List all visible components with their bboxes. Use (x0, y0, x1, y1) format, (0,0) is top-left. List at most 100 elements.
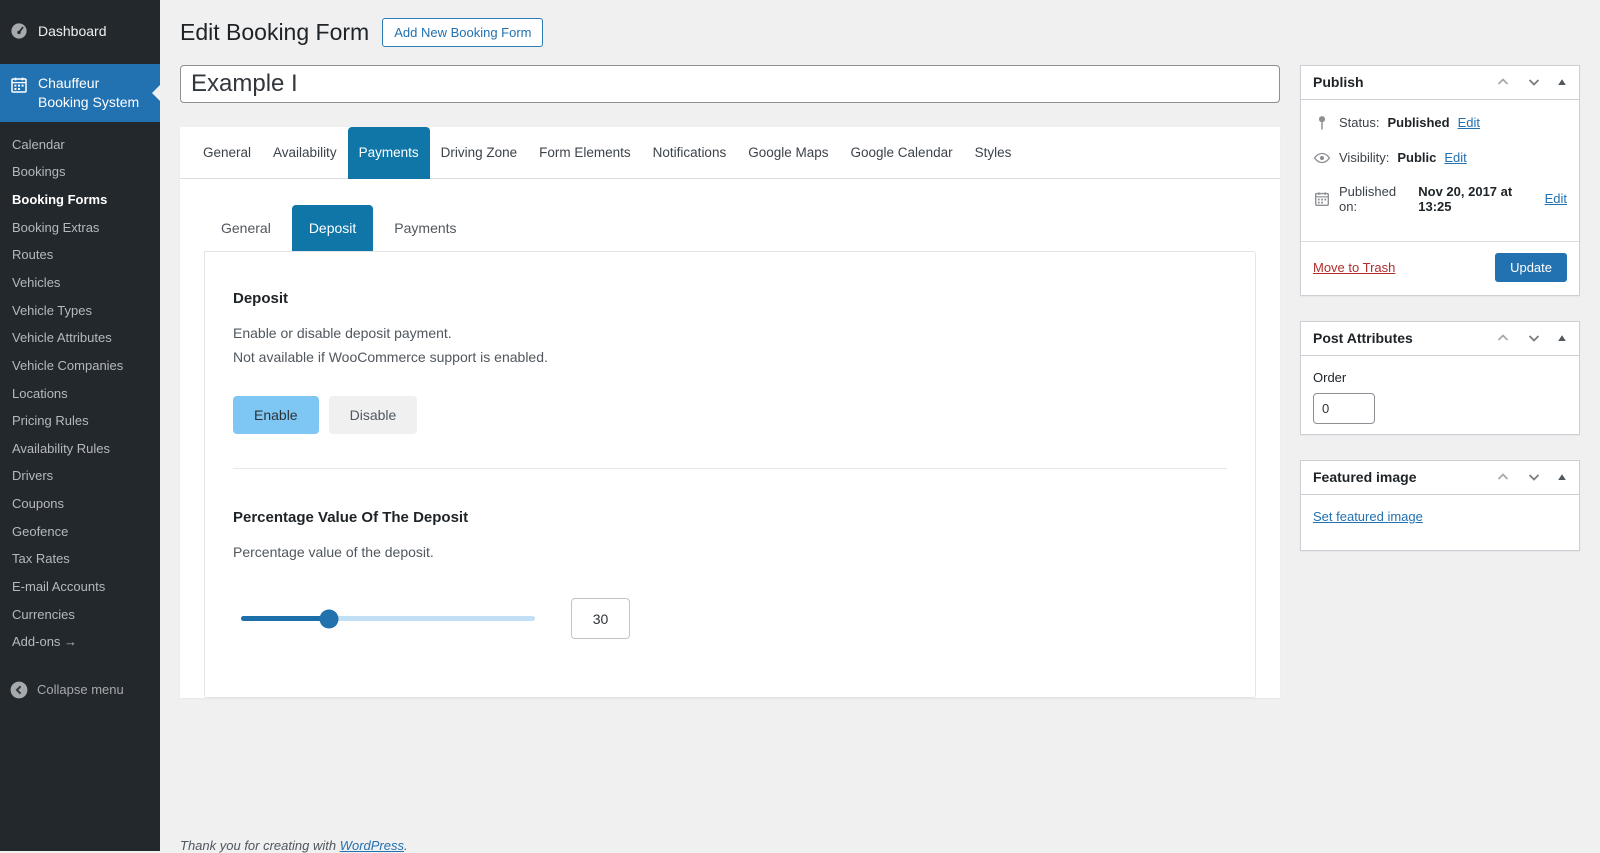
update-button[interactable]: Update (1495, 252, 1567, 282)
sidebar-item-vehicle-companies[interactable]: Vehicle Companies (0, 352, 160, 380)
percentage-heading: Percentage Value Of The Deposit (233, 508, 469, 526)
tab-payments[interactable]: Payments (347, 126, 430, 179)
sidebar-item-pricing-rules[interactable]: Pricing Rules (0, 407, 160, 435)
visibility-label: Visibility: (1339, 150, 1390, 166)
status-value: Published (1387, 115, 1450, 131)
percentage-slider[interactable] (241, 609, 535, 629)
deposit-enable-button[interactable]: Enable (233, 395, 319, 434)
sidebar-item-tax-rates[interactable]: Tax Rates (0, 545, 160, 573)
post-attributes-title: Post Attributes (1313, 330, 1413, 347)
sidebar-item-bookings[interactable]: Bookings (0, 158, 160, 186)
featured-image-title: Featured image (1313, 469, 1417, 486)
status-label: Status: (1339, 115, 1380, 131)
booking-form-settings-panel: General Availability Payments Driving Zo… (180, 126, 1280, 699)
publish-actions: Move to Trash Update (1301, 240, 1579, 295)
dashboard-gauge-icon (9, 21, 29, 41)
sidebar-item-vehicles[interactable]: Vehicles (0, 269, 160, 297)
sidebar-item-add-ons[interactable]: Add-ons → (0, 628, 160, 656)
published-on-row: Published on: Nov 20, 2017 at 13:25 Edit (1313, 184, 1567, 214)
tab-availability[interactable]: Availability (262, 127, 348, 178)
tab-google-maps[interactable]: Google Maps (737, 127, 839, 178)
sidebar-item-email-accounts[interactable]: E-mail Accounts (0, 573, 160, 601)
admin-content: Edit Booking Form Add New Booking Form G… (160, 0, 1600, 853)
move-down-icon[interactable] (1526, 330, 1542, 346)
move-up-icon[interactable] (1495, 330, 1511, 346)
order-input[interactable] (1313, 392, 1375, 424)
sidebar-item-locations[interactable]: Locations (0, 380, 160, 408)
deposit-heading: Deposit (233, 289, 289, 307)
payments-subtabs: General Deposit Payments (180, 179, 1280, 251)
set-featured-image-link[interactable]: Set featured image (1313, 509, 1423, 524)
post-attributes-header[interactable]: Post Attributes (1301, 322, 1579, 356)
collapse-arrow-icon (9, 680, 29, 700)
pin-icon (1313, 114, 1331, 132)
settings-tabs: General Availability Payments Driving Zo… (180, 126, 1280, 179)
sidebar-item-booking-extras[interactable]: Booking Extras (0, 214, 160, 242)
percentage-slider-row (233, 598, 1227, 640)
sidebar-item-routes[interactable]: Routes (0, 241, 160, 269)
move-up-icon[interactable] (1495, 74, 1511, 90)
publish-panel-title: Publish (1313, 74, 1364, 91)
sidebar-item-currencies[interactable]: Currencies (0, 601, 160, 629)
tab-styles[interactable]: Styles (964, 127, 1023, 178)
section-divider (233, 467, 1227, 469)
page-title: Edit Booking Form (180, 19, 370, 45)
toggle-panel-icon[interactable] (1557, 333, 1567, 343)
status-row: Status: Published Edit (1313, 114, 1567, 132)
featured-image-panel: Featured image Set featured image (1300, 459, 1580, 551)
tab-notifications[interactable]: Notifications (642, 127, 738, 178)
subtab-general[interactable]: General (204, 205, 288, 251)
sidebar-plugin-label: Chauffeur Booking System (38, 75, 140, 110)
slider-fill (241, 616, 330, 622)
calendar-icon (9, 75, 29, 95)
published-on-label: Published on: (1339, 183, 1397, 214)
percentage-desc: Percentage value of the deposit. (233, 543, 434, 560)
calendar-icon (1313, 190, 1331, 208)
tab-google-calendar[interactable]: Google Calendar (840, 127, 964, 178)
sidebar-dashboard-label: Dashboard (38, 23, 107, 39)
post-attributes-panel: Post Attributes Order (1300, 320, 1580, 435)
subtab-payments[interactable]: Payments (377, 205, 473, 251)
slider-handle[interactable] (319, 609, 339, 629)
publish-panel-header[interactable]: Publish (1301, 66, 1579, 100)
page-header: Edit Booking Form Add New Booking Form (180, 0, 1580, 48)
deposit-disable-button[interactable]: Disable (328, 395, 418, 434)
percentage-value-input[interactable] (571, 598, 630, 640)
visibility-value: Public (1397, 150, 1437, 166)
move-to-trash-link[interactable]: Move to Trash (1313, 260, 1395, 275)
toggle-panel-icon[interactable] (1557, 77, 1567, 87)
move-down-icon[interactable] (1526, 469, 1542, 485)
order-label: Order (1313, 369, 1347, 385)
post-title-input[interactable] (180, 64, 1280, 103)
deposit-desc-line2: Not available if WooCommerce support is … (233, 349, 548, 366)
sidebar-item-dashboard[interactable]: Dashboard (0, 12, 160, 50)
toggle-panel-icon[interactable] (1557, 472, 1567, 482)
tab-general[interactable]: General (192, 127, 262, 178)
sidebar-item-drivers[interactable]: Drivers (0, 462, 160, 490)
visibility-edit-link[interactable]: Edit (1444, 150, 1466, 165)
tab-form-elements[interactable]: Form Elements (528, 127, 642, 178)
sidebar-item-calendar[interactable]: Calendar (0, 131, 160, 159)
deposit-toggle-group: Enable Disable (233, 395, 1227, 434)
deposit-desc-line1: Enable or disable deposit payment. (233, 324, 452, 341)
collapse-menu-label: Collapse menu (37, 682, 124, 698)
move-down-icon[interactable] (1526, 74, 1542, 90)
sidebar-item-chauffeur-booking-system[interactable]: Chauffeur Booking System (0, 64, 160, 122)
visibility-row: Visibility: Public Edit (1313, 149, 1567, 167)
sidebar-item-availability-rules[interactable]: Availability Rules (0, 435, 160, 463)
move-up-icon[interactable] (1495, 469, 1511, 485)
collapse-menu-button[interactable]: Collapse menu (0, 672, 160, 708)
add-new-booking-form-button[interactable]: Add New Booking Form (382, 18, 544, 48)
sidebar-item-vehicle-attributes[interactable]: Vehicle Attributes (0, 324, 160, 352)
sidebar-item-vehicle-types[interactable]: Vehicle Types (0, 297, 160, 325)
sidebar-item-coupons[interactable]: Coupons (0, 490, 160, 518)
sidebar-item-geofence[interactable]: Geofence (0, 518, 160, 546)
tab-driving-zone[interactable]: Driving Zone (430, 127, 529, 178)
sidebar-item-booking-forms[interactable]: Booking Forms (0, 186, 160, 214)
featured-image-header[interactable]: Featured image (1301, 461, 1579, 495)
status-edit-link[interactable]: Edit (1458, 115, 1480, 130)
published-on-edit-link[interactable]: Edit (1545, 191, 1567, 206)
deposit-settings-card: Deposit Enable or disable deposit paymen… (204, 250, 1256, 699)
subtab-deposit[interactable]: Deposit (291, 204, 374, 251)
admin-sidebar: Dashboard Chauffeur Booking System Calen… (0, 0, 160, 851)
